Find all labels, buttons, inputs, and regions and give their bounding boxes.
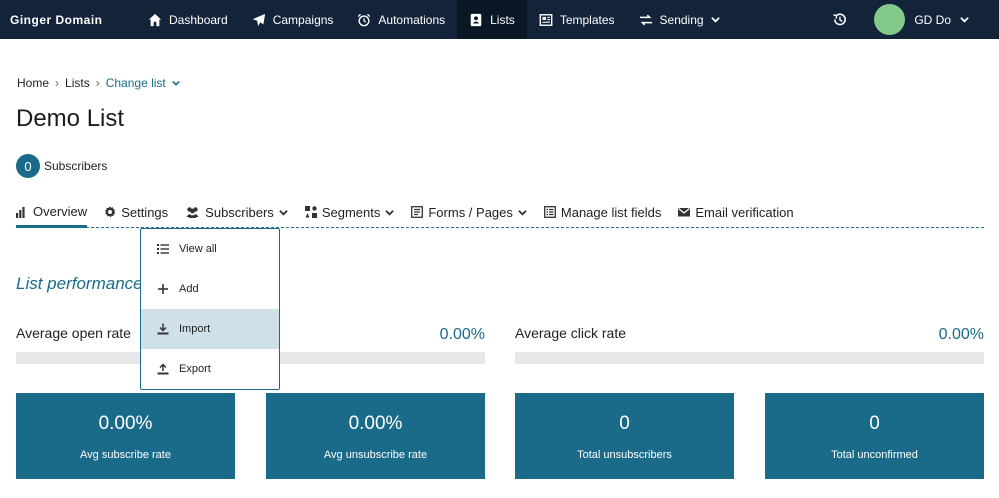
- upload-icon: [157, 363, 169, 375]
- tab-settings-label: Settings: [121, 204, 169, 220]
- menu-item-label: Import: [179, 323, 211, 335]
- alarm-clock-icon: [358, 13, 371, 26]
- menu-item-label: View all: [179, 243, 217, 255]
- users-icon: [186, 207, 199, 218]
- stat-value: 0: [869, 413, 880, 434]
- tab-manage-list-fields-label: Manage list fields: [560, 204, 662, 220]
- history-button[interactable]: [824, 0, 854, 39]
- plus-icon: [158, 284, 168, 294]
- click-rate-label: Average click rate: [515, 325, 627, 341]
- menu-item-import[interactable]: Import: [141, 309, 279, 349]
- stat-label: Avg unsubscribe rate: [323, 449, 428, 461]
- nav-sending[interactable]: Sending: [627, 0, 732, 39]
- subscriber-count-label: Subscribers: [44, 159, 108, 173]
- paper-plane-icon: [252, 13, 265, 26]
- stat-card-total-unsubscribers: 0 Total unsubscribers: [515, 393, 734, 479]
- tab-settings[interactable]: Settings: [104, 198, 168, 226]
- breadcrumb: Home › Lists › Change list: [17, 76, 180, 90]
- list-fields-icon: [543, 206, 556, 218]
- segments-icon: [304, 206, 317, 218]
- stat-label: Total unconfirmed: [831, 449, 918, 461]
- tab-overview[interactable]: Overview: [16, 198, 88, 228]
- menu-item-label: Export: [179, 363, 211, 375]
- list-tabs: Overview Settings Subscribers Segments F…: [16, 198, 984, 228]
- open-rate-label: Average open rate: [16, 325, 131, 341]
- home-icon: [148, 13, 162, 26]
- menu-item-export[interactable]: Export: [141, 349, 279, 389]
- form-icon: [411, 206, 424, 218]
- nav-lists[interactable]: Lists: [457, 0, 527, 39]
- tab-forms-pages-label: Forms / Pages: [428, 204, 513, 220]
- breadcrumb-home[interactable]: Home: [17, 76, 49, 90]
- breadcrumb-separator: ›: [95, 76, 100, 90]
- stat-value: 0: [619, 413, 630, 434]
- tab-segments-label: Segments: [321, 204, 381, 220]
- breadcrumb-separator: ›: [55, 76, 60, 90]
- chevron-down-icon: [279, 209, 288, 216]
- nav-lists-label: Lists: [490, 12, 515, 27]
- tab-manage-list-fields[interactable]: Manage list fields: [543, 198, 662, 226]
- chevron-down-icon: [710, 17, 720, 23]
- chevron-down-icon: [385, 209, 395, 216]
- stat-card-subscribe-rate: 0.00% Avg subscribe rate: [16, 393, 235, 479]
- subscribers-dropdown-menu: View all Add Import Export: [140, 228, 280, 390]
- tab-forms-pages[interactable]: Forms / Pages: [411, 198, 527, 226]
- subscriber-count-badge: 0: [16, 154, 40, 178]
- tab-subscribers-label: Subscribers: [205, 204, 274, 220]
- change-list-label: Change list: [105, 76, 166, 90]
- click-rate-progress-bar: [515, 352, 984, 364]
- stat-label: Total unsubscribers: [577, 449, 672, 461]
- open-rate-value: 0.00%: [439, 326, 485, 343]
- envelope-icon: [678, 208, 691, 217]
- tab-email-verification[interactable]: Email verification: [678, 198, 794, 226]
- breadcrumb-lists[interactable]: Lists: [65, 76, 90, 90]
- page-title: Demo List: [16, 105, 125, 132]
- avatar: [874, 4, 906, 35]
- list-performance-title: List performance: [16, 274, 143, 293]
- change-list-dropdown[interactable]: Change list: [106, 76, 180, 90]
- stat-value: 0.00%: [348, 413, 403, 434]
- click-rate-value: 0.00%: [938, 326, 984, 343]
- download-icon: [157, 323, 169, 335]
- nav-templates-label: Templates: [559, 12, 615, 27]
- menu-item-label: Add: [179, 283, 199, 295]
- top-navbar: Ginger Domain Dashboard Campaigns Automa…: [0, 0, 999, 39]
- menu-item-add[interactable]: Add: [141, 269, 279, 309]
- nav-sending-label: Sending: [659, 12, 704, 27]
- nav-templates[interactable]: Templates: [527, 0, 627, 39]
- user-menu[interactable]: GD Do: [874, 4, 969, 35]
- exchange-arrows-icon: [639, 14, 652, 25]
- nav-campaigns[interactable]: Campaigns: [240, 0, 346, 39]
- list-icon: [157, 244, 169, 254]
- tab-overview-label: Overview: [33, 204, 88, 219]
- subscriber-count: 0 Subscribers: [16, 154, 107, 178]
- newspaper-icon: [539, 13, 553, 26]
- tab-email-verification-label: Email verification: [695, 204, 794, 220]
- user-name: GD Do: [914, 12, 951, 27]
- nav-automations[interactable]: Automations: [345, 0, 457, 39]
- chevron-down-icon: [518, 209, 527, 216]
- stat-card-total-unconfirmed: 0 Total unconfirmed: [765, 393, 984, 479]
- stat-label: Avg subscribe rate: [80, 449, 171, 461]
- tab-segments[interactable]: Segments: [304, 198, 395, 226]
- brand-name[interactable]: Ginger Domain: [10, 13, 136, 27]
- gear-icon: [105, 206, 116, 218]
- nav-dashboard[interactable]: Dashboard: [136, 0, 240, 39]
- chevron-down-icon: [960, 17, 969, 23]
- menu-item-view-all[interactable]: View all: [141, 229, 279, 269]
- nav-automations-label: Automations: [378, 12, 446, 27]
- bar-chart-icon: [16, 206, 25, 218]
- tab-subscribers[interactable]: Subscribers: [185, 198, 288, 226]
- nav-dashboard-label: Dashboard: [169, 12, 228, 27]
- address-book-icon: [470, 13, 482, 26]
- nav-campaigns-label: Campaigns: [272, 12, 334, 27]
- chevron-down-icon: [171, 80, 180, 86]
- stat-card-unsubscribe-rate: 0.00% Avg unsubscribe rate: [266, 393, 485, 479]
- stat-value: 0.00%: [98, 413, 153, 434]
- history-icon: [833, 13, 846, 26]
